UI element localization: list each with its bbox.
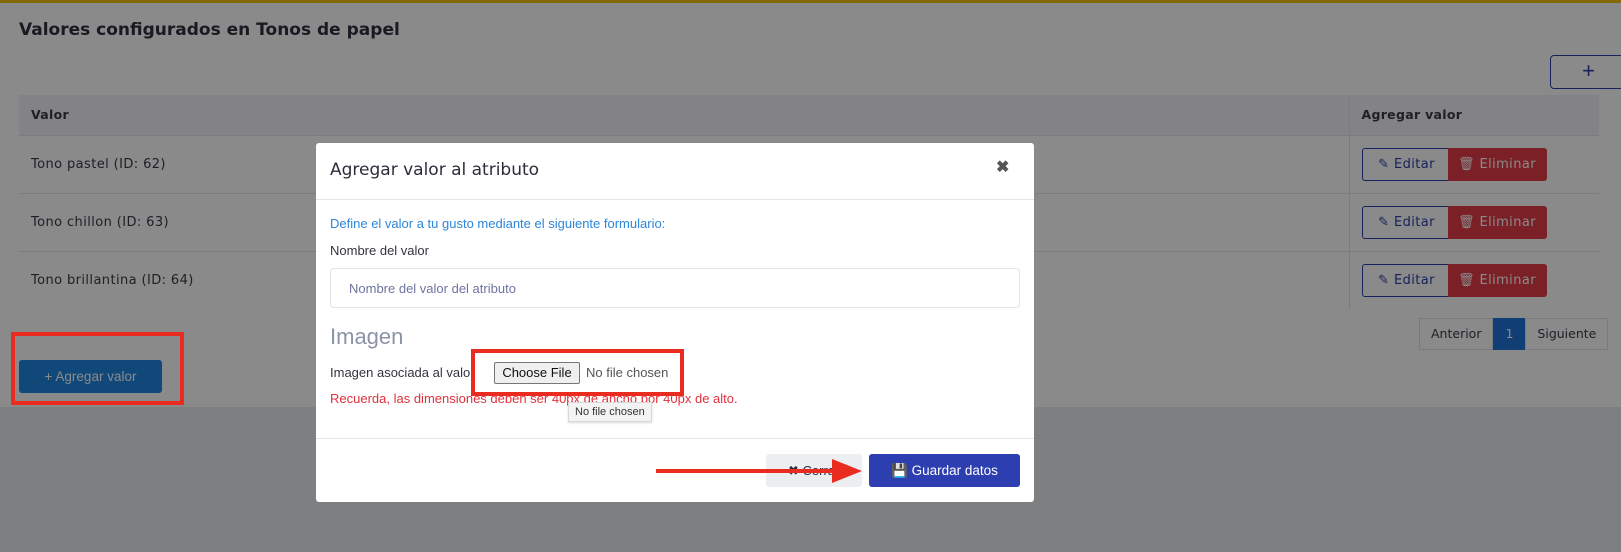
save-button[interactable]: 💾 Guardar datos	[869, 454, 1020, 487]
highlight-add-value	[11, 332, 184, 405]
highlight-choose-file	[471, 349, 684, 396]
image-label: Imagen asociada al valor	[330, 365, 475, 380]
divider	[316, 438, 1034, 439]
arrow-annotation-icon	[656, 459, 862, 483]
value-name-input[interactable]	[330, 268, 1020, 308]
divider	[316, 199, 1034, 200]
modal-title: Agregar valor al atributo	[330, 160, 540, 180]
form-instructions: Define el valor a tu gusto mediante el s…	[330, 216, 666, 231]
image-section-title: Imagen	[330, 324, 404, 349]
file-tooltip: No file chosen	[568, 402, 652, 422]
add-value-modal: Agregar valor al atributo ✖ Define el va…	[316, 143, 1034, 502]
floppy-disk-icon: 💾	[891, 463, 912, 478]
close-icon[interactable]: ✖	[996, 157, 1009, 177]
name-label: Nombre del valor	[330, 243, 429, 258]
